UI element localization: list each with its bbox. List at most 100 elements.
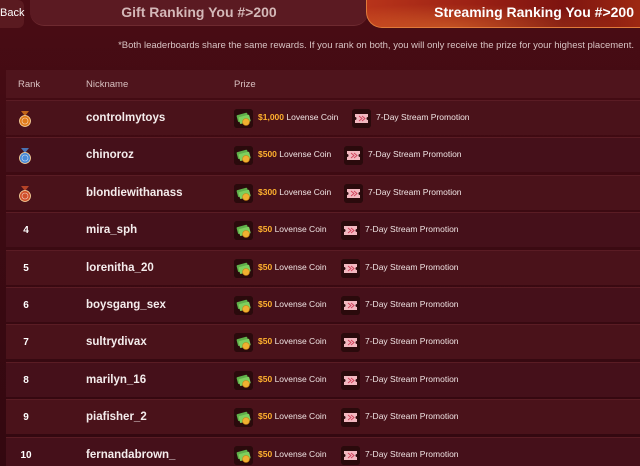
table-row: 8 marilyn_16 $50 Lovense Coin 7-Day Stre… [6,361,640,397]
tab-streaming-label: Streaming Ranking You #>200 [434,4,634,20]
table-row: controlmytoys $1,000 Lovense Coin 7-Day … [6,100,640,135]
coin-amount: $50 [258,336,273,347]
rank-number: 9 [23,412,29,424]
medal-icon [19,148,31,165]
table-row: 9 piafisher_2 $50 Lovense Coin 7-Day Str… [6,399,640,435]
nickname: lorenitha_20 [86,261,154,274]
cash-coin-icon [234,146,253,166]
coin-amount: $50 [258,448,273,459]
coin-label: Lovense Coin [286,112,339,122]
rank-number: 6 [23,299,29,311]
coin-amount: $50 [258,224,273,235]
table-row: 6 boysgang_sex $50 Lovense Coin 7-Day St… [6,286,640,322]
cash-coin-icon [234,221,253,241]
promo-label: 7-Day Stream Promotion [365,373,459,384]
rewards-note: *Both leaderboards share the same reward… [118,40,634,51]
nickname: boysgang_sex [86,298,166,311]
tab-streaming-ranking[interactable]: Streaming Ranking You #>200 [366,0,640,28]
coin-prize-text: $50 Lovense Coin [258,449,327,459]
cash-coin-icon [234,258,253,278]
ticket-icon [341,295,360,315]
ticket-icon [341,408,360,428]
cash-coin-icon [234,445,253,465]
cash-coin-icon [234,183,253,203]
coin-prize-text: $500 Lovense Coin [258,149,331,159]
coin-label: Lovense Coin [279,186,332,197]
promo-label: 7-Day Stream Promotion [365,261,459,272]
medal-icon [19,111,31,127]
rank-number: 10 [20,449,32,461]
coin-label: Lovense Coin [274,261,327,272]
promo-label: 7-Day Stream Promotion [365,448,459,459]
table-row: 5 lorenitha_20 $50 Lovense Coin 7-Day St… [6,249,640,285]
tab-gift-ranking[interactable]: Gift Ranking You #>200 [30,0,368,26]
nickname: controlmytoys [86,112,166,124]
back-button[interactable]: Back [0,0,24,28]
header-rank: Rank [18,79,41,90]
ticket-icon [352,109,371,128]
cash-coin-icon [234,295,253,315]
rank-number: 8 [23,374,29,386]
nickname: fernandabrown_ [86,448,176,461]
nickname: marilyn_16 [86,373,147,386]
promo-label: 7-Day Stream Promotion [365,298,459,309]
coin-label: Lovense Coin [274,448,327,459]
nickname: mira_sph [86,224,138,237]
header-prize: Prize [234,79,256,90]
coin-amount: $500 [258,149,277,160]
header-nickname: Nickname [86,79,129,90]
promo-label: 7-Day Stream Promotion [368,186,462,197]
coin-amount: $1,000 [258,112,284,122]
ticket-icon [341,258,360,278]
leaderboard-page: Back Gift Ranking You #>200 Streaming Ra… [0,0,640,466]
coin-amount: $300 [258,186,277,197]
leaderboard-rows: controlmytoys $1,000 Lovense Coin 7-Day … [6,100,640,466]
cash-coin-icon [234,333,253,353]
nickname: chinoroz [86,149,134,162]
promo-label: 7-Day Stream Promotion [365,411,459,422]
coin-amount: $50 [258,373,273,384]
coin-label: Lovense Coin [274,336,327,347]
rank-number: 7 [23,337,29,349]
table-row: blondiewithanass $300 Lovense Coin 7-Day… [6,174,640,210]
coin-prize-text: $50 Lovense Coin [258,411,327,421]
ticket-icon [341,221,360,241]
ticket-icon [341,445,360,465]
table-row: 10 fernandabrown_ $50 Lovense Coin 7-Day… [6,436,640,466]
ticket-icon [341,370,360,390]
ticket-icon [344,183,363,203]
coin-label: Lovense Coin [274,411,327,422]
coin-label: Lovense Coin [274,298,327,309]
table-header: Rank Nickname Prize [6,70,640,98]
coin-prize-text: $50 Lovense Coin [258,224,327,234]
promo-label: 7-Day Stream Promotion [368,149,462,160]
cash-coin-icon [234,408,253,428]
nickname: sultrydivax [86,336,147,349]
rank-number: 4 [23,225,29,237]
table-row: chinoroz $500 Lovense Coin 7-Day Stream … [6,137,640,173]
promo-label: 7-Day Stream Promotion [365,336,459,347]
coin-prize-text: $1,000 Lovense Coin [258,112,338,122]
ticket-icon [344,146,363,166]
cash-coin-icon [234,370,253,390]
nickname: piafisher_2 [86,411,147,424]
coin-prize-text: $50 Lovense Coin [258,262,327,272]
coin-prize-text: $300 Lovense Coin [258,187,331,197]
cash-coin-icon [234,109,253,128]
medal-icon [19,185,31,202]
coin-amount: $50 [258,411,273,422]
coin-label: Lovense Coin [274,373,327,384]
rank-number: 5 [23,262,29,274]
coin-prize-text: $50 Lovense Coin [258,374,327,384]
coin-prize-text: $50 Lovense Coin [258,336,327,346]
coin-label: Lovense Coin [279,149,332,160]
coin-amount: $50 [258,298,273,309]
nickname: blondiewithanass [86,186,183,199]
promo-label: 7-Day Stream Promotion [376,112,470,122]
table-row: 7 sultrydivax $50 Lovense Coin 7-Day Str… [6,324,640,360]
promo-label: 7-Day Stream Promotion [365,224,459,235]
coin-label: Lovense Coin [274,224,327,235]
table-row: 4 mira_sph $50 Lovense Coin 7-Day Stream… [6,212,640,248]
ticket-icon [341,333,360,353]
coin-prize-text: $50 Lovense Coin [258,299,327,309]
